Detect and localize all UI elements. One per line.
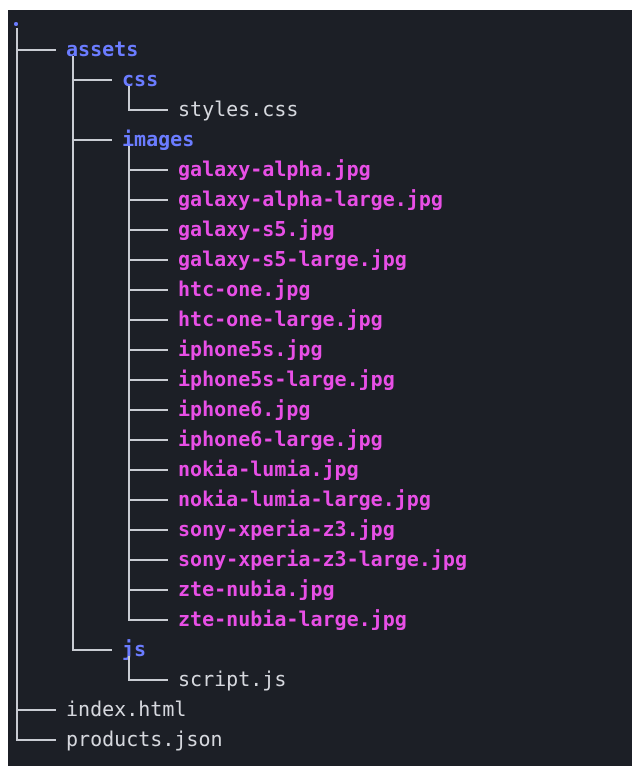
tree-branch-connector: [128, 499, 168, 501]
tree-branch-connector: [128, 439, 168, 441]
image-file-name: sony-xperia-z3.jpg: [178, 517, 395, 541]
tree-branch-connector: [128, 109, 168, 111]
tree-branch-connector: [16, 739, 56, 741]
tree-row-styles-css[interactable]: styles.css: [8, 94, 632, 124]
tree-branch-connector: [128, 589, 168, 591]
tree-row-products-json[interactable]: products.json: [8, 724, 632, 754]
image-file-name: galaxy-alpha-large.jpg: [178, 187, 443, 211]
directory-name: assets: [66, 37, 139, 61]
image-file-name: iphone5s.jpg: [178, 337, 323, 361]
image-file-name: iphone6.jpg: [178, 397, 311, 421]
tree-branch-connector: [128, 169, 168, 171]
tree-branch-connector: [128, 619, 168, 621]
image-file-name: htc-one-large.jpg: [178, 307, 383, 331]
image-file-name: htc-one.jpg: [178, 277, 311, 301]
tree-row-index-html[interactable]: index.html: [8, 694, 632, 724]
tree-branch-connector: [128, 229, 168, 231]
image-file-name: galaxy-alpha.jpg: [178, 157, 371, 181]
tree-branch-connector: [128, 409, 168, 411]
image-file-name: galaxy-s5.jpg: [178, 217, 335, 241]
tree-branch-connector: [128, 529, 168, 531]
tree-branch-connector: [128, 319, 168, 321]
tree-row-iphone5s-jpg[interactable]: iphone5s.jpg: [8, 334, 632, 364]
tree-row-js[interactable]: js: [8, 634, 632, 664]
tree-row-zte-nubia-jpg[interactable]: zte-nubia.jpg: [8, 574, 632, 604]
tree-row-nokia-lumia-jpg[interactable]: nokia-lumia.jpg: [8, 454, 632, 484]
tree-row-nokia-lumia-large-jpg[interactable]: nokia-lumia-large.jpg: [8, 484, 632, 514]
tree-row-htc-one-large-jpg[interactable]: htc-one-large.jpg: [8, 304, 632, 334]
tree-branch-connector: [128, 379, 168, 381]
directory-name: images: [122, 127, 195, 151]
tree-row-galaxy-alpha-large-jpg[interactable]: galaxy-alpha-large.jpg: [8, 184, 632, 214]
tree-row-sony-xperia-z3-large-jpg[interactable]: sony-xperia-z3-large.jpg: [8, 544, 632, 574]
tree-row-galaxy-s5-large-jpg[interactable]: galaxy-s5-large.jpg: [8, 244, 632, 274]
image-file-name: zte-nubia-large.jpg: [178, 607, 407, 631]
image-file-name: sony-xperia-z3-large.jpg: [178, 547, 467, 571]
tree-row-sony-xperia-z3-jpg[interactable]: sony-xperia-z3.jpg: [8, 514, 632, 544]
tree-branch-connector: [128, 559, 168, 561]
file-name: script.js: [178, 667, 287, 691]
directory-name: js: [122, 637, 147, 661]
file-name: styles.css: [178, 97, 299, 121]
tree-row-iphone6-jpg[interactable]: iphone6.jpg: [8, 394, 632, 424]
image-file-name: galaxy-s5-large.jpg: [178, 247, 407, 271]
tree-branch-connector: [128, 199, 168, 201]
tree-branch-connector: [128, 259, 168, 261]
tree-branch-connector: [72, 139, 112, 141]
tree-row-zte-nubia-large-jpg[interactable]: zte-nubia-large.jpg: [8, 604, 632, 634]
tree-vertical-guide: [128, 656, 130, 680]
terminal-window: assets css styles.css images galaxy-alpha.jp…: [8, 10, 632, 766]
image-file-name: iphone5s-large.jpg: [178, 367, 395, 391]
tree-branch-connector: [72, 79, 112, 81]
image-file-name: nokia-lumia-large.jpg: [178, 487, 431, 511]
tree-row-galaxy-s5-jpg[interactable]: galaxy-s5.jpg: [8, 214, 632, 244]
tree-row-images[interactable]: images: [8, 124, 632, 154]
file-tree: assets css styles.css images galaxy-alpha.jp…: [8, 10, 632, 766]
image-file-name: nokia-lumia.jpg: [178, 457, 359, 481]
tree-branch-connector: [128, 679, 168, 681]
tree-branch-connector: [72, 649, 112, 651]
tree-branch-connector: [128, 469, 168, 471]
tree-vertical-guide: [128, 86, 130, 110]
tree-row-htc-one-jpg[interactable]: htc-one.jpg: [8, 274, 632, 304]
tree-branch-connector: [16, 709, 56, 711]
tree-row-galaxy-alpha-jpg[interactable]: galaxy-alpha.jpg: [8, 154, 632, 184]
tree-branch-connector: [16, 49, 56, 51]
tree-vertical-guide: [128, 146, 130, 620]
file-name: index.html: [66, 697, 187, 721]
tree-vertical-guide: [72, 56, 74, 650]
tree-branch-connector: [128, 289, 168, 291]
tree-row-iphone5s-large-jpg[interactable]: iphone5s-large.jpg: [8, 364, 632, 394]
image-file-name: iphone6-large.jpg: [178, 427, 383, 451]
tree-row-css[interactable]: css: [8, 64, 632, 94]
tree-row-assets[interactable]: assets: [8, 34, 632, 64]
tree-row-iphone6-large-jpg[interactable]: iphone6-large.jpg: [8, 424, 632, 454]
tree-vertical-guide: [16, 28, 18, 740]
tree-branch-connector: [128, 349, 168, 351]
tree-row-script-js[interactable]: script.js: [8, 664, 632, 694]
file-name: products.json: [66, 727, 223, 751]
image-file-name: zte-nubia.jpg: [178, 577, 335, 601]
